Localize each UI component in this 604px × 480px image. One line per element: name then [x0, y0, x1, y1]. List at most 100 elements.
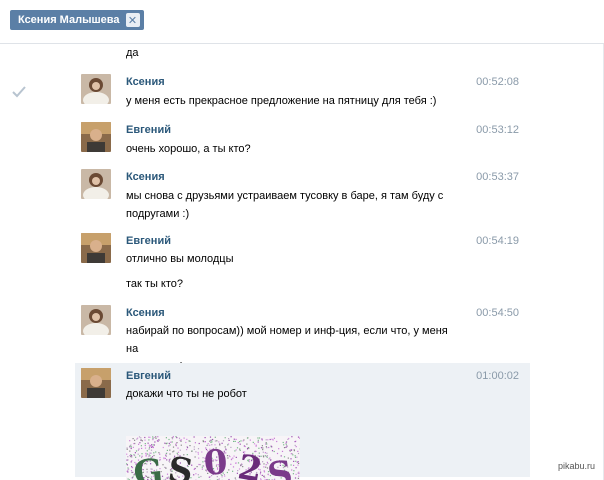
message-line: докажи что ты не робот [126, 388, 247, 400]
captcha-noise-dot [149, 446, 151, 448]
captcha-noise-dot [137, 449, 139, 451]
captcha-noise-dot [165, 452, 167, 455]
avatar-evgeniy[interactable] [81, 122, 111, 152]
close-icon[interactable]: ✕ [125, 13, 140, 27]
avatar-evgeniy[interactable] [81, 233, 111, 263]
captcha-noise-dot [271, 446, 273, 448]
captcha-noise-dot [153, 436, 155, 439]
captcha-noise-dot [214, 436, 216, 438]
captcha-noise-dot [155, 437, 157, 439]
captcha-noise-dot [294, 441, 296, 443]
captcha-noise-dot [266, 443, 268, 445]
captcha-noise-dot [258, 437, 261, 439]
captcha-noise-dot [253, 443, 256, 445]
captcha-noise-dot [294, 455, 296, 457]
captcha-noise-dot [297, 436, 300, 438]
captcha-noise-dot [146, 450, 148, 452]
message-author[interactable]: Ксения [126, 307, 165, 319]
captcha-noise-dot [262, 447, 264, 449]
captcha-noise-dot [168, 438, 170, 441]
captcha-noise-dot [165, 455, 167, 457]
captcha-noise-dot [257, 441, 259, 443]
captcha-noise-dot [152, 437, 154, 440]
message-author[interactable]: Ксения [126, 171, 165, 183]
captcha-noise-dot [127, 456, 129, 458]
captcha-noise-dot [201, 468, 203, 470]
captcha-noise-dot [127, 471, 129, 473]
chat-header: Ксения Малышева ✕ [0, 0, 604, 44]
captcha-noise-dot [276, 440, 278, 443]
captcha-noise-dot [197, 451, 199, 454]
captcha-noise-dot [238, 441, 241, 443]
captcha-noise-dot [293, 450, 295, 452]
message-1: Ксения 00:52:08 у меня есть прекрасное п… [75, 72, 530, 120]
captcha-noise-dot [180, 440, 182, 442]
captcha-noise-dot [186, 438, 188, 440]
captcha-noise-dot [297, 452, 300, 455]
avatar-kseniya[interactable] [81, 305, 111, 335]
captcha-noise-dot [296, 461, 298, 464]
captcha-noise-dot [164, 457, 166, 459]
captcha-noise-dot [282, 441, 284, 444]
message-time: 00:54:50 [476, 307, 519, 319]
captcha-noise-dot [228, 438, 230, 440]
captcha-noise-dot [292, 454, 294, 456]
captcha-noise-dot [269, 438, 271, 441]
captcha-noise-dot [189, 440, 191, 442]
captcha-noise-dot [227, 444, 229, 446]
captcha-noise-dot [183, 437, 185, 439]
captcha-noise-dot [268, 446, 270, 449]
captcha-noise-dot [255, 444, 257, 446]
message-author[interactable]: Ксения [126, 76, 165, 88]
captcha-noise-dot [263, 470, 265, 472]
captcha-noise-dot [295, 446, 297, 448]
captcha-noise-dot [263, 466, 265, 468]
captcha-noise-dot [134, 439, 136, 441]
captcha-noise-dot [180, 444, 182, 446]
captcha-noise-dot [289, 450, 291, 452]
captcha-noise-dot [180, 439, 182, 441]
captcha-noise-dot [175, 445, 177, 447]
captcha-noise-dot [140, 445, 142, 447]
captcha-noise-dot [157, 440, 159, 442]
avatar-kseniya[interactable] [81, 169, 111, 199]
chat-tab[interactable]: Ксения Малышева ✕ [10, 10, 144, 30]
captcha-noise-dot [148, 444, 150, 446]
captcha-noise-dot [266, 452, 268, 454]
captcha-noise-dot [273, 450, 275, 453]
message-author[interactable]: Евгений [126, 370, 171, 382]
captcha-noise-dot [232, 457, 234, 459]
captcha-noise-dot [140, 437, 142, 439]
message-line: подругами :) [126, 208, 190, 220]
message-author[interactable]: Евгений [126, 124, 171, 136]
captcha-noise-dot [272, 439, 274, 441]
captcha-noise-dot [293, 470, 295, 472]
chat-tab-title: Ксения Малышева [18, 14, 120, 26]
captcha-noise-dot [166, 449, 168, 451]
captcha-noise-dot [298, 462, 300, 464]
captcha-noise-dot [246, 443, 248, 445]
captcha-noise-dot [261, 474, 263, 476]
captcha-noise-dot [197, 453, 199, 455]
captcha-noise-dot [293, 464, 295, 466]
captcha-noise-dot [267, 439, 269, 441]
captcha-noise-dot [126, 459, 128, 461]
captcha-noise-dot [240, 440, 242, 442]
captcha-image: G S 0 2 S [126, 436, 300, 480]
captcha-noise-dot [129, 450, 131, 452]
captcha-noise-dot [235, 438, 237, 440]
captcha-noise-dot [201, 466, 203, 468]
captcha-noise-dot [168, 442, 170, 444]
captcha-noise-dot [198, 463, 200, 466]
captcha-noise-dot [233, 438, 235, 440]
captcha-noise-dot [193, 448, 195, 450]
captcha-noise-dot [271, 450, 274, 452]
captcha-noise-dot [286, 445, 288, 448]
captcha-noise-dot [195, 451, 197, 453]
avatar-evgeniy[interactable] [81, 368, 111, 398]
message-author[interactable]: Евгений [126, 235, 171, 247]
message-2: Евгений 00:53:12 очень хорошо, а ты кто? [75, 120, 530, 168]
captcha-noise-dot [295, 460, 297, 462]
captcha-noise-dot [264, 476, 266, 479]
avatar-kseniya[interactable] [81, 74, 111, 104]
